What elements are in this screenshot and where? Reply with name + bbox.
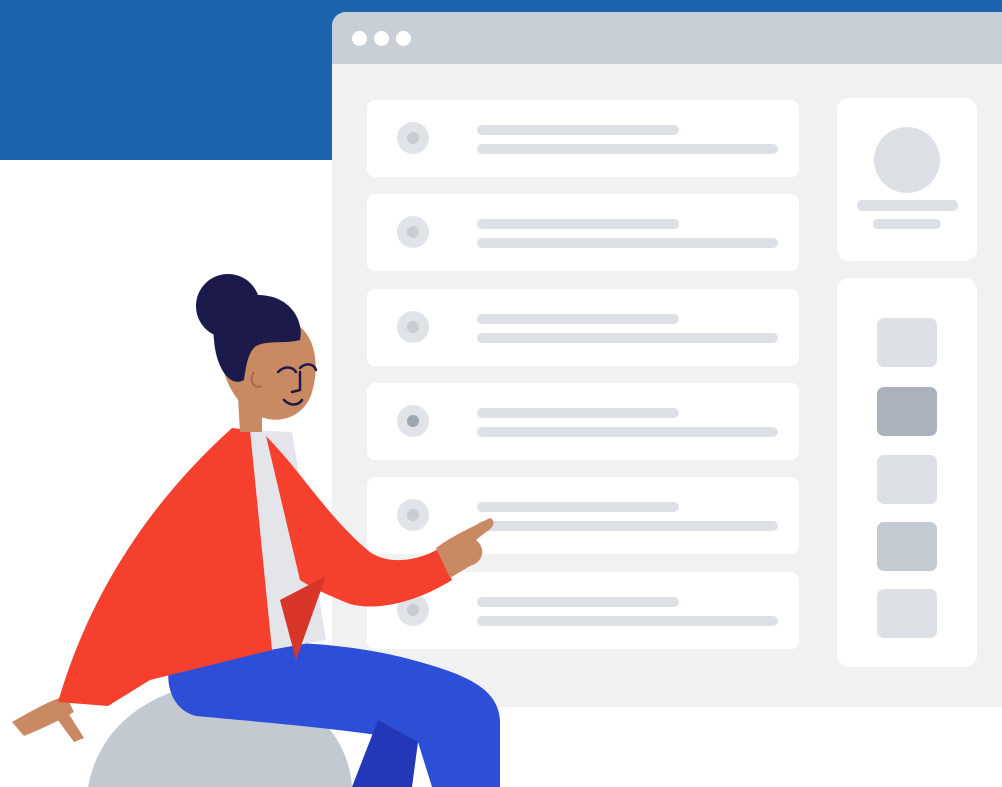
woman-pointing-icon: [12, 274, 500, 787]
